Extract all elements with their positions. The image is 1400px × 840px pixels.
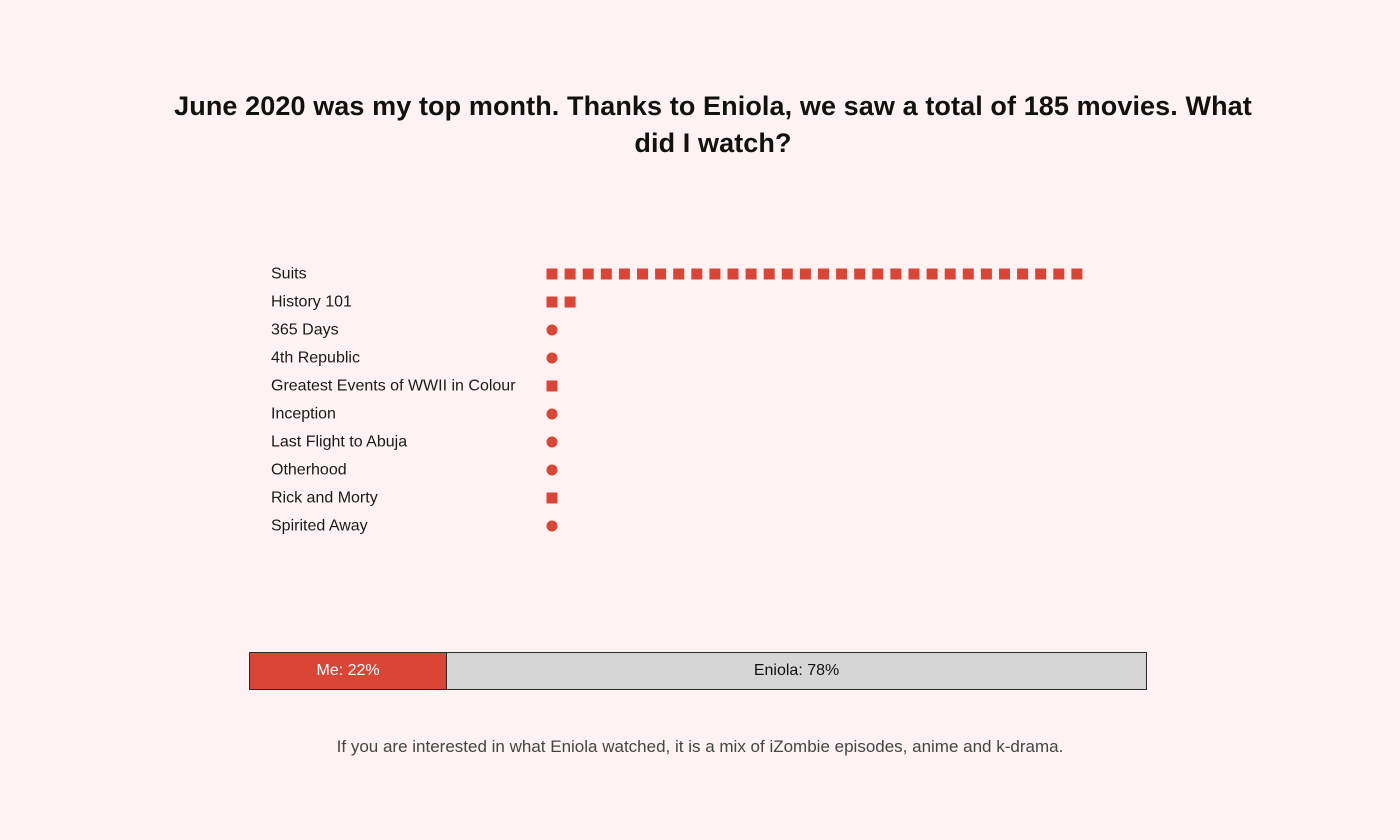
unit-mark-square: [962, 268, 974, 280]
unit-mark-square: [546, 492, 558, 504]
unit-mark-square: [709, 268, 721, 280]
unit-mark-square: [818, 268, 829, 280]
unit-mark-square: [799, 268, 811, 280]
unit-mark-square: [673, 268, 685, 280]
category-label: Spirited Away: [271, 518, 368, 535]
unit-mark-square: [1053, 268, 1065, 280]
unit-mark-square: [980, 268, 992, 280]
unit-mark-square: [582, 268, 594, 280]
unit-mark-circle: [546, 464, 558, 476]
unit-mark-square: [926, 268, 938, 280]
unit-mark-square: [1071, 268, 1083, 280]
unit-mark-square: [546, 296, 558, 308]
unit-mark-square: [564, 296, 576, 308]
share-me-segment: Me: 22%: [250, 653, 448, 689]
unit-mark-circle: [546, 520, 558, 532]
unit-mark-square: [999, 268, 1010, 280]
share-me-label: Me: 22%: [316, 662, 380, 679]
unit-mark-square: [872, 268, 884, 280]
category-label: History 101: [271, 294, 352, 311]
unit-mark-square: [727, 268, 739, 280]
category-label: Greatest Events of WWII in Colour: [271, 378, 516, 395]
unit-mark-square: [763, 268, 775, 280]
unit-mark-square: [836, 268, 848, 280]
unit-mark-square: [890, 268, 902, 280]
unit-mark-square: [781, 268, 793, 280]
unit-mark-square: [618, 268, 630, 280]
unit-mark-square: [546, 380, 558, 392]
unit-mark-circle: [546, 408, 558, 420]
unit-mark-square: [600, 268, 612, 280]
category-label: Suits: [271, 266, 307, 283]
category-label: Otherhood: [271, 462, 347, 479]
unit-mark-circle: [546, 352, 558, 364]
unit-mark-circle: [546, 324, 558, 336]
footnote: If you are interested in what Eniola wat…: [336, 737, 1064, 756]
share-eniola-label: Eniola: 78%: [753, 662, 840, 679]
unit-mark-square: [944, 268, 956, 280]
unit-mark-square: [637, 268, 648, 280]
unit-chart: Suits History 101 365 Days 4th Republic Grea…: [271, 266, 1083, 535]
unit-mark-square: [1017, 268, 1029, 280]
unit-mark-square: [655, 268, 667, 280]
unit-mark-square: [564, 268, 576, 280]
category-label: Last Flight to Abuja: [271, 434, 407, 451]
category-label: Inception: [271, 406, 336, 423]
unit-mark-square: [691, 268, 703, 280]
category-labels: Suits History 101 365 Days 4th Republic Grea…: [271, 266, 516, 535]
category-label: Rick and Morty: [271, 490, 378, 507]
unit-mark-square: [1035, 268, 1047, 280]
unit-mark-square: [745, 268, 757, 280]
category-label: 4th Republic: [271, 350, 360, 367]
share-split-bar: Me: 22% Eniola: 78%: [249, 652, 1147, 690]
unit-mark-circle: [546, 436, 558, 448]
category-label: 365 Days: [271, 322, 339, 339]
chart-marks: [546, 268, 1083, 532]
unit-mark-square: [908, 268, 920, 280]
unit-mark-square: [546, 268, 558, 280]
unit-mark-square: [854, 268, 866, 280]
share-eniola-segment: Eniola: 78%: [447, 653, 1146, 689]
